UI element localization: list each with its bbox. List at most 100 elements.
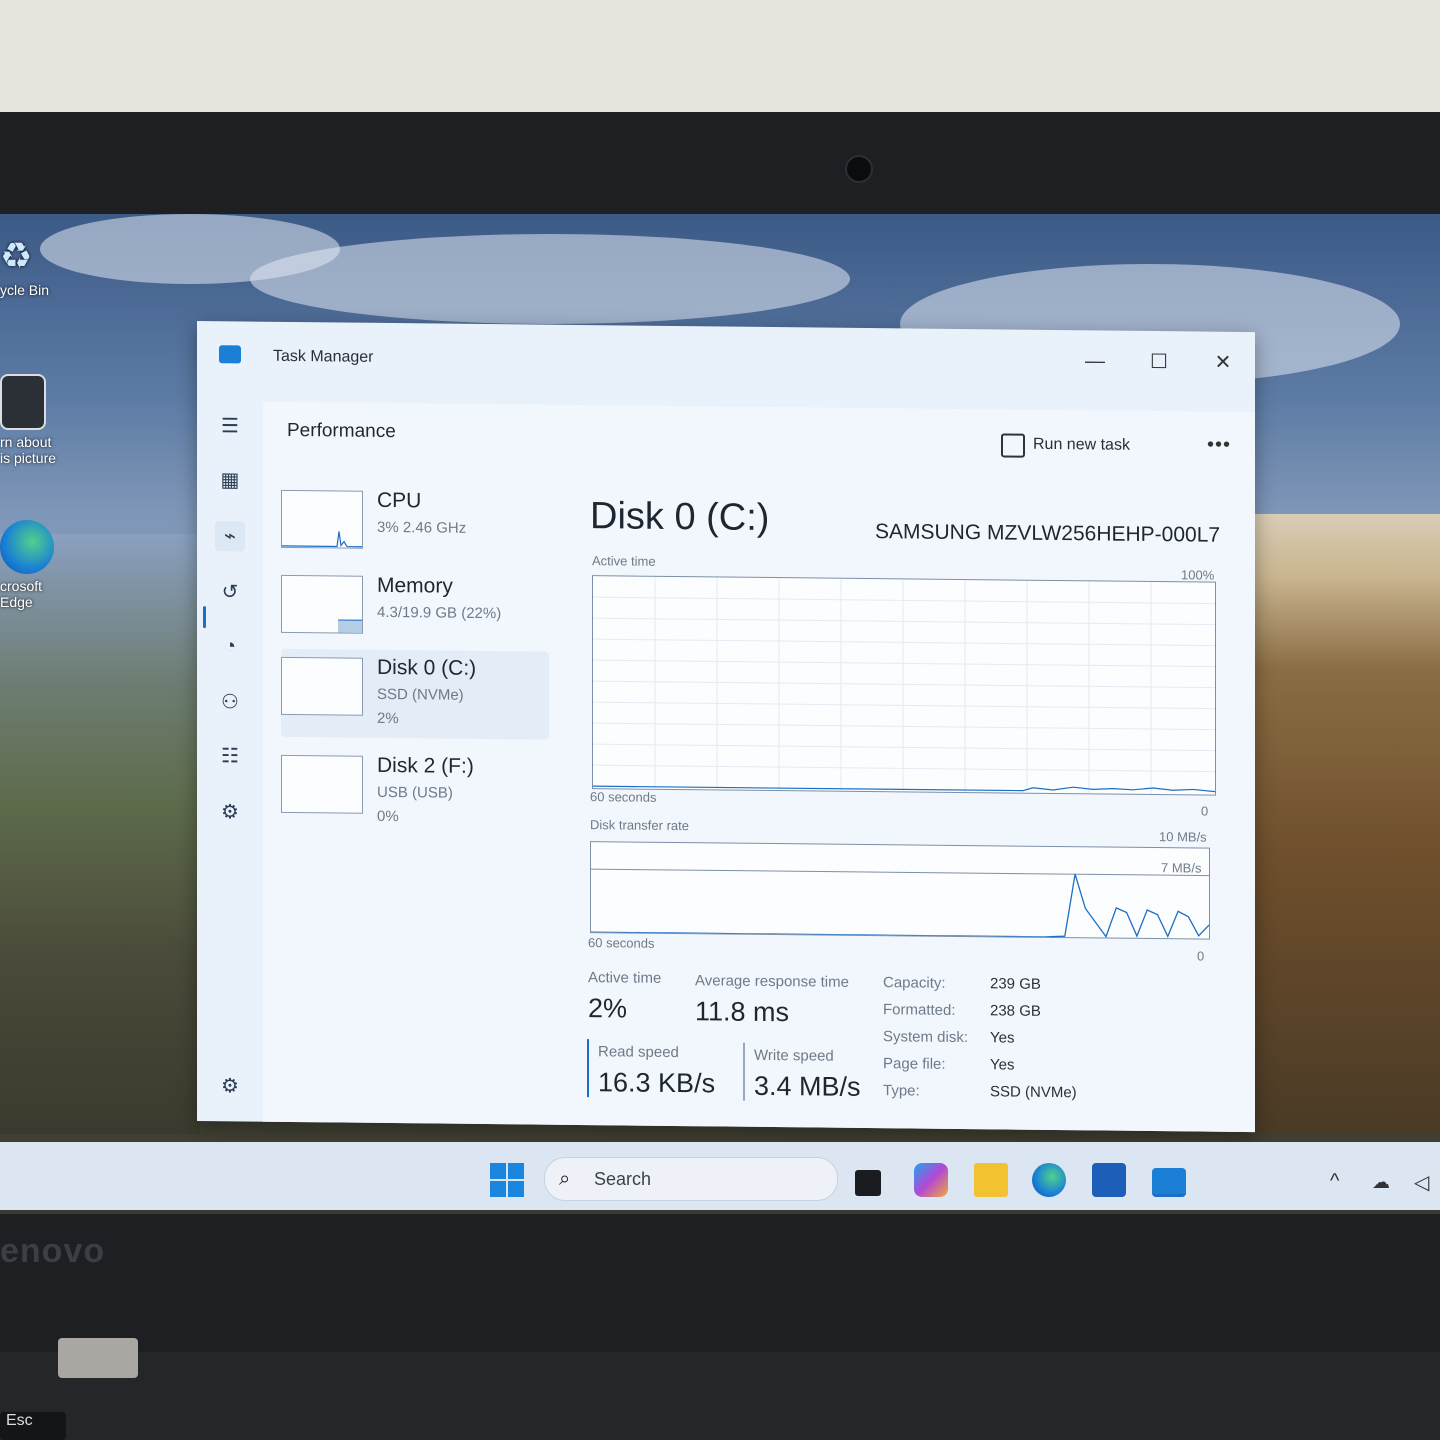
disk2-thumbnail <box>281 754 363 814</box>
active-time-graph-max: 100% <box>1181 567 1215 583</box>
window-title: Task Manager <box>273 347 374 366</box>
write-speed-value: 3.4 MB/s <box>754 1070 861 1102</box>
disk0-thumbnail <box>281 656 363 716</box>
device-memory[interactable]: Memory 4.3/19.9 GB (22%) <box>281 567 549 658</box>
edge-icon <box>0 520 54 574</box>
landscape-left <box>0 534 200 1134</box>
transfer-rate-graph-mid: 7 MB/s <box>1161 860 1202 876</box>
transfer-rate-graph-window: 60 seconds <box>588 935 655 951</box>
type-value: SSD (NVMe) <box>990 1083 1077 1102</box>
onedrive-icon[interactable]: ☁ <box>1372 1172 1390 1193</box>
background-wall <box>0 0 1440 120</box>
active-time-graph-window: 60 seconds <box>590 789 657 805</box>
learn-about-picture-shortcut[interactable]: rn about is picture <box>0 374 80 466</box>
recycle-bin-shortcut[interactable]: ♻ ycle Bin <box>0 234 80 298</box>
read-speed-value: 16.3 KB/s <box>598 1067 716 1099</box>
maximize-button[interactable]: ☐ <box>1139 347 1179 377</box>
camera-icon <box>0 374 46 430</box>
write-speed-label: Write speed <box>754 1046 834 1065</box>
landscape-right <box>1250 514 1440 1134</box>
run-new-task-button[interactable]: Run new task <box>1001 433 1130 458</box>
device-usage: 2% <box>377 709 399 728</box>
minimize-button[interactable]: — <box>1075 346 1115 376</box>
chevron-up-icon[interactable]: ^ <box>1330 1170 1339 1193</box>
active-time-graph-label: Active time <box>592 553 656 569</box>
transfer-rate-graph: 7 MB/s <box>590 841 1210 940</box>
task-manager-icon <box>219 345 241 364</box>
task-view-icon[interactable] <box>855 1170 881 1196</box>
search-placeholder: Search <box>594 1169 652 1189</box>
network-icon[interactable]: ◁ <box>1414 1170 1429 1195</box>
taskbar-search[interactable]: ⌕ Search <box>544 1157 838 1201</box>
type-label: Type: <box>883 1082 920 1100</box>
edge-taskbar-icon[interactable] <box>1032 1163 1066 1197</box>
run-task-icon <box>1001 433 1025 458</box>
webcam <box>845 155 873 183</box>
active-time-gridlines <box>593 576 1216 794</box>
active-time-value: 2% <box>588 993 628 1024</box>
edge-shortcut[interactable]: crosoft Edge <box>0 520 80 610</box>
page-file-value: Yes <box>990 1056 1015 1074</box>
close-button[interactable]: ✕ <box>1203 348 1243 378</box>
active-time-graph <box>592 575 1216 796</box>
disk-model: SAMSUNG MZVLW256HEHP-000L7 <box>875 520 1221 547</box>
transfer-rate-graph-min: 0 <box>1197 948 1205 964</box>
page-file-label: Page file: <box>883 1055 946 1073</box>
device-name: Disk 2 (F:) <box>377 753 474 778</box>
system-disk-value: Yes <box>990 1029 1015 1047</box>
formatted-label: Formatted: <box>883 1001 956 1019</box>
copilot-icon[interactable] <box>914 1163 948 1197</box>
device-detail: 4.3/19.9 GB (22%) <box>377 603 502 623</box>
active-time-graph-min: 0 <box>1201 803 1209 819</box>
hamburger-menu-icon[interactable]: ☰ <box>215 411 245 441</box>
transfer-rate-series-line <box>591 874 1210 938</box>
more-options-button[interactable]: ••• <box>1207 434 1231 457</box>
formatted-value: 238 GB <box>990 1002 1041 1020</box>
edge-label: crosoft Edge <box>0 578 43 610</box>
transfer-rate-graph-label: Disk transfer rate <box>590 817 689 834</box>
startup-apps-icon[interactable]: ◔ <box>215 631 245 661</box>
capacity-label: Capacity: <box>883 974 946 992</box>
device-disk-2[interactable]: Disk 2 (F:) USB (USB) 0% <box>281 747 549 838</box>
hinge-button <box>58 1338 138 1378</box>
file-explorer-icon[interactable] <box>974 1163 1008 1197</box>
device-detail: USB (USB) <box>377 783 453 802</box>
search-icon: ⌕ <box>559 1168 571 1190</box>
disk-title: Disk 0 (C:) <box>590 495 770 539</box>
transfer-rate-plot <box>591 868 1210 938</box>
active-time-label: Active time <box>588 969 662 987</box>
device-detail: SSD (NVMe) <box>377 685 464 704</box>
system-disk-label: System disk: <box>883 1028 969 1047</box>
users-icon[interactable]: ⚇ <box>215 687 245 717</box>
transfer-rate-graph-max: 10 MB/s <box>1159 829 1207 845</box>
performance-icon[interactable]: ⌁ <box>215 521 245 552</box>
services-icon[interactable]: ⚙ <box>215 797 245 827</box>
settings-icon[interactable]: ⚙ <box>215 1071 245 1101</box>
start-button[interactable] <box>490 1163 524 1197</box>
write-speed-marker <box>743 1042 745 1101</box>
device-name: Memory <box>377 573 453 598</box>
nav-rail: ☰ ▦ ⌁ ↺ ◔ ⚇ ☷ ⚙ ⚙ <box>197 401 263 1122</box>
device-cpu[interactable]: CPU 3% 2.46 GHz <box>281 482 549 573</box>
task-manager-taskbar-icon[interactable] <box>1152 1168 1186 1197</box>
learn-about-picture-label: rn about is picture <box>0 434 57 466</box>
memory-thumbnail <box>281 574 363 634</box>
avg-response-label: Average response time <box>695 972 849 991</box>
nav-active-indicator <box>203 606 206 629</box>
store-icon[interactable] <box>1092 1163 1126 1197</box>
recycle-bin-label: ycle Bin <box>0 282 50 298</box>
brand-logo: enovo <box>0 1232 106 1270</box>
keyboard: Esc <box>0 1338 1440 1440</box>
device-name: CPU <box>377 488 422 513</box>
processes-icon[interactable]: ▦ <box>215 465 245 495</box>
esc-key: Esc <box>0 1412 66 1440</box>
cpu-mini-graph <box>282 531 362 548</box>
run-new-task-label: Run new task <box>1033 435 1130 454</box>
details-icon[interactable]: ☷ <box>215 741 245 771</box>
device-disk-0[interactable]: Disk 0 (C:) SSD (NVMe) 2% <box>281 648 549 740</box>
app-history-icon[interactable]: ↺ <box>215 577 245 607</box>
device-usage: 0% <box>377 807 399 826</box>
task-manager-window: Task Manager — ☐ ✕ ☰ ▦ ⌁ ↺ ◔ ⚇ ☷ ⚙ ⚙ Per… <box>197 321 1255 1133</box>
recycle-bin-icon: ♻ <box>0 235 33 276</box>
performance-panel: Performance Run new task ••• CPU 3% 2.46… <box>263 401 1255 1133</box>
